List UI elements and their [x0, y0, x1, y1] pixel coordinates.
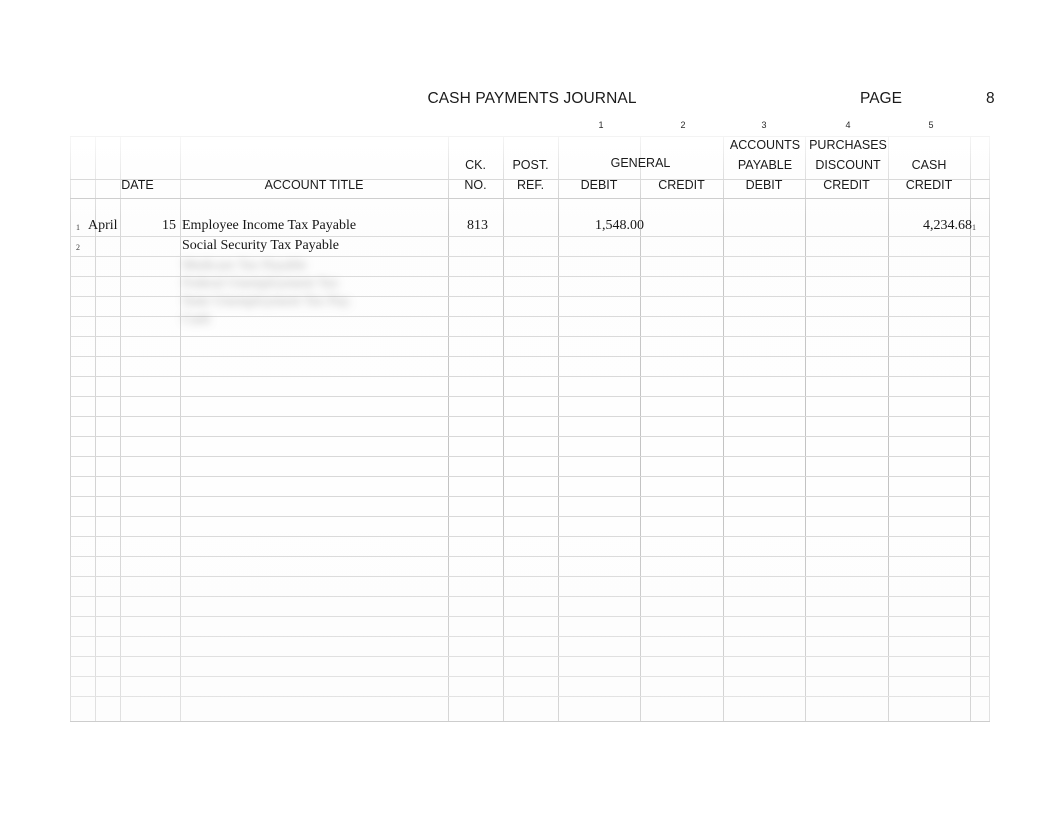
- journal-title-band: CASH PAYMENTS JOURNAL PAGE 8: [70, 88, 994, 118]
- row-cash-credit[interactable]: 4,234.68: [892, 216, 972, 236]
- page-label: PAGE: [860, 90, 902, 107]
- column-number-row: 1 2 3 4 5: [70, 120, 990, 134]
- row-post-ref[interactable]: [506, 236, 561, 256]
- obscured-entries-region: Medicare Tax Payable Federal Unemploymen…: [182, 258, 352, 327]
- row-accounts-payable-debit[interactable]: [727, 236, 809, 256]
- row-day[interactable]: 15: [148, 216, 176, 236]
- table-row[interactable]: 2 Social Security Tax Payable: [70, 236, 990, 256]
- row-ck-no[interactable]: 813: [450, 216, 505, 236]
- row-line-number-right: [972, 236, 986, 256]
- row-general-credit[interactable]: [645, 216, 727, 236]
- row-line-number-right: 1: [972, 223, 976, 232]
- row-purchases-discount-credit[interactable]: [810, 216, 892, 236]
- column-number-2: 2: [680, 120, 686, 130]
- row-cash-credit[interactable]: [892, 236, 972, 256]
- row-purchases-discount-credit[interactable]: [810, 236, 892, 256]
- row-ck-no[interactable]: [450, 236, 505, 256]
- column-number-1: 1: [598, 120, 604, 130]
- row-line-number-left: 1: [76, 223, 80, 232]
- page-number: 8: [986, 90, 995, 107]
- row-day[interactable]: [148, 236, 176, 256]
- row-accounts-payable-debit[interactable]: [727, 216, 809, 236]
- row-general-debit[interactable]: 1,548.00: [562, 216, 644, 236]
- row-general-credit[interactable]: [645, 236, 727, 256]
- column-number-3: 3: [761, 120, 767, 130]
- page-title: CASH PAYMENTS JOURNAL: [427, 90, 637, 107]
- row-month[interactable]: [88, 236, 148, 256]
- column-number-4: 4: [845, 120, 851, 130]
- row-month[interactable]: April: [88, 216, 148, 236]
- row-line-number-left: 2: [76, 243, 80, 252]
- cash-payments-journal-sheet: CASH PAYMENTS JOURNAL PAGE 8 1 2 3 4 5 D…: [0, 0, 1062, 822]
- table-row[interactable]: 1 April 15 Employee Income Tax Payable 8…: [70, 216, 990, 236]
- row-general-debit[interactable]: [562, 236, 644, 256]
- row-post-ref[interactable]: [506, 216, 561, 236]
- column-number-5: 5: [928, 120, 934, 130]
- journal-entry-rows: 1 April 15 Employee Income Tax Payable 8…: [70, 136, 990, 722]
